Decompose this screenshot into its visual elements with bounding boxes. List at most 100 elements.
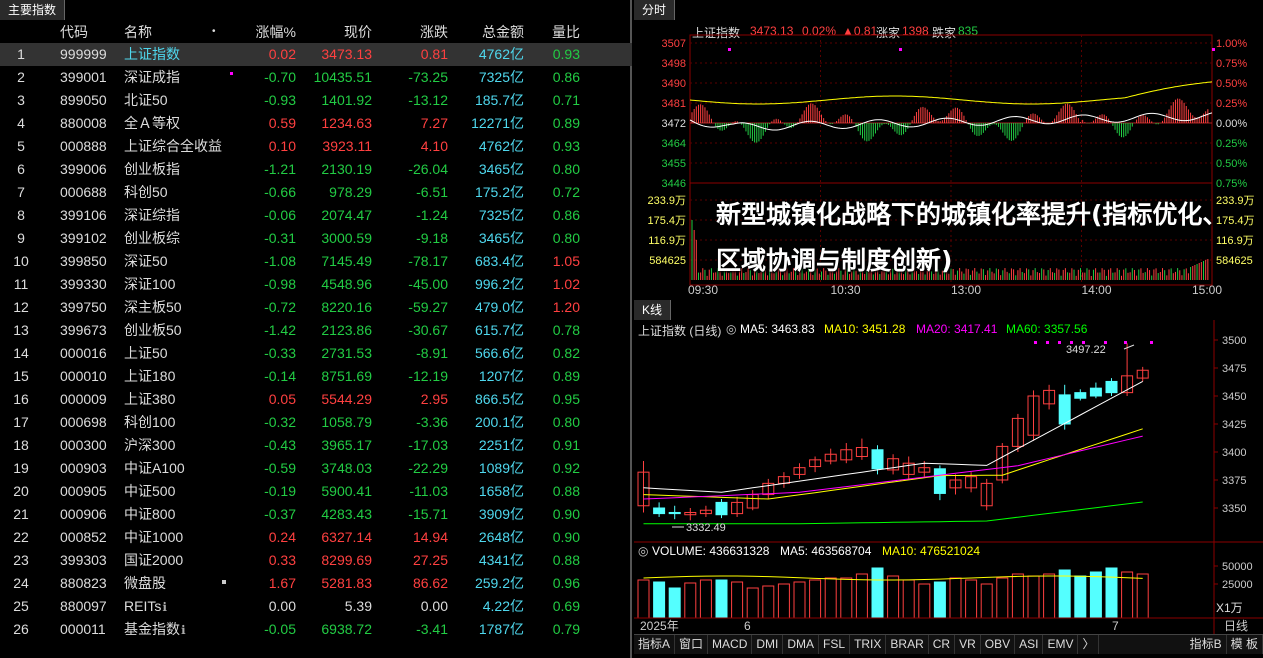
indicator-tab[interactable]: EMV [1043,635,1079,654]
volume-bar [933,581,946,619]
indicator-tab[interactable]: DMA [783,635,820,654]
row-chg: -73.25 [408,69,448,85]
table-row[interactable]: 18 000300 沪深300 -0.43 3965.17 -17.03 2251亿 0.91 [0,434,632,457]
table-row[interactable]: 24 880823 微盘股 1.67 5281.83 86.62 259.2亿 0.96 [0,572,632,595]
row-pct: -0.72 [264,299,296,315]
table-row[interactable]: 15 000010 上证180 -0.14 8751.69 -12.19 1207亿 0.89 [0,365,632,388]
indicator-tab[interactable]: 指标A [634,635,676,654]
indicator-tab[interactable]: ASI [1015,635,1044,654]
indicator-tab[interactable]: FSL [819,635,851,654]
header-pct[interactable]: 涨幅% [240,21,296,43]
volume-bar [824,577,837,619]
row-index: 11 [13,276,29,292]
info-icon[interactable]: ℹ [181,623,186,637]
row-price: 3923.11 [322,138,372,154]
table-row[interactable]: 20 000905 中证500 -0.19 5900.41 -11.03 1658亿 0.88 [0,480,632,503]
indicator-tab[interactable]: BRAR [886,635,929,654]
volume-bar [715,579,728,619]
row-name: 科创100 [124,414,176,430]
row-price: 1234.63 [321,115,372,131]
table-row[interactable]: 25 880097 REITsℹ 0.00 5.39 0.00 4.22亿 0.69 [0,595,632,618]
row-code: 399001 [60,69,107,85]
row-chg: -78.17 [408,253,448,269]
volume-menu-icon[interactable]: ◎ [638,544,648,558]
row-chg: -30.67 [408,322,448,338]
row-name: 深主板50 [124,299,182,315]
row-amount: 566.6亿 [474,345,524,361]
table-row[interactable]: 2 399001 深证成指 -0.70 10435.51 -73.25 7325亿 0.86 [0,66,632,89]
indicator-tab[interactable]: VR [955,635,981,654]
row-code: 399330 [60,276,107,292]
header-chg[interactable]: 涨跌 [372,21,448,43]
row-ratio: 0.93 [552,138,580,154]
row-chg: -22.29 [408,460,448,476]
table-row[interactable]: 19 000903 中证A100 -0.59 3748.03 -22.29 1089亿 0.9… [0,457,632,480]
row-code: 899050 [60,92,107,108]
table-row[interactable]: 16 000009 上证380 0.05 5544.29 2.95 866.5亿 0.95 [0,388,632,411]
price-axis-label: 3481 [662,98,686,110]
table-row[interactable]: 21 000906 中证800 -0.37 4283.43 -15.71 3909亿 0.90 [0,503,632,526]
tab-main-indices[interactable]: 主要指数 [0,0,66,20]
price-axis-label: 3446 [662,178,686,190]
row-index: 22 [13,529,29,545]
row-name: 深证综指 [124,207,180,223]
table-row[interactable]: 13 399673 创业板50 -1.42 2123.86 -30.67 615.7亿 0.7… [0,319,632,342]
table-row[interactable]: 8 399106 深证综指 -0.06 2074.47 -1.24 7325亿 0.86 [0,204,632,227]
table-row[interactable]: 4 880008 全Ａ等权 0.59 1234.63 7.27 12271亿 0.89 [0,112,632,135]
indicator-tab[interactable]: 窗口 [675,635,709,654]
row-price: 2731.53 [321,345,372,361]
table-row[interactable]: 22 000852 中证1000 0.24 6327.14 14.94 2648亿 0.90 [0,526,632,549]
indicator-tab[interactable]: OBV [981,635,1016,654]
indicator-more-button[interactable]: 〉 [1078,635,1100,654]
indicator-right-button[interactable]: 模 板 [1227,635,1263,654]
indicator-tab[interactable]: TRIX [850,635,887,654]
pct-axis-label: 0.50% [1216,158,1247,170]
volume-bar [1058,569,1071,619]
row-amount: 4341亿 [478,552,524,568]
row-price: 3473.13 [321,46,372,62]
kline-chart[interactable]: 3500 3475 3450 3425 3400 3375 3350 3497.22 3332.… [634,300,1263,634]
table-row[interactable]: 5 000888 上证综合全收益 0.10 3923.11 4.10 4762亿 0.93 [0,135,632,158]
row-ratio: 1.20 [552,299,580,315]
row-index: 16 [13,391,29,407]
row-code: 000011 [60,621,106,637]
indicator-tab[interactable]: MACD [708,635,753,654]
row-ratio: 0.96 [552,575,580,591]
table-row[interactable]: 23 399303 国证2000 0.33 8299.69 27.25 4341亿 0.88 [0,549,632,572]
header-amount[interactable]: 总金额 [448,21,524,43]
table-row[interactable]: 7 000688 科创50 -0.66 978.29 -6.51 175.2亿 0.72 [0,181,632,204]
header-code[interactable]: 代码 [60,21,120,43]
row-name: 上证50 [124,345,168,361]
table-row[interactable]: 14 000016 上证50 -0.33 2731.53 -8.91 566.6亿 0.82 [0,342,632,365]
row-amount: 3465亿 [478,161,524,177]
row-ratio: 0.86 [552,69,580,85]
table-row[interactable]: 6 399006 创业板指 -1.21 2130.19 -26.04 3465亿 0.80 [0,158,632,181]
volume-bar [1074,575,1087,619]
table-row[interactable]: 11 399330 深证100 -0.98 4548.96 -45.00 996.2亿 1.0… [0,273,632,296]
volume-bar [1011,573,1024,619]
row-index: 6 [17,161,25,177]
table-row[interactable]: 17 000698 科创100 -0.32 1058.79 -3.36 200.1亿 0.80 [0,411,632,434]
table-row[interactable]: 3 899050 北证50 -0.93 1401.92 -13.12 185.7亿 0.71 [0,89,632,112]
indicator-right-button[interactable]: 指标B [1186,635,1227,654]
info-icon[interactable]: ℹ [162,600,167,614]
row-pct: -1.08 [264,253,296,269]
indicator-tab[interactable]: CR [929,635,956,654]
row-ratio: 0.89 [552,368,580,384]
header-price[interactable]: 现价 [296,21,372,43]
table-row[interactable]: 10 399850 深证50 -1.08 7145.49 -78.17 683.4亿 1.05 [0,250,632,273]
high-pointer [1123,344,1135,350]
row-ratio: 0.82 [552,345,580,361]
header-dot[interactable]: • [212,21,222,43]
event-marker [1070,341,1073,344]
row-code: 399750 [60,299,107,315]
table-row[interactable]: 26 000011 基金指数ℹ -0.05 6938.72 -3.41 1787亿 0.79 [0,618,632,641]
row-ratio: 0.72 [552,184,580,200]
row-index: 19 [13,460,29,476]
table-row[interactable]: 1 999999 上证指数 0.02 3473.13 0.81 4762亿 0.93 [0,43,632,66]
header-ratio[interactable]: 量比 [528,21,580,43]
header-name[interactable]: 名称 [124,21,224,43]
table-row[interactable]: 12 399750 深主板50 -0.72 8220.16 -59.27 479.0亿 1.2… [0,296,632,319]
table-row[interactable]: 9 399102 创业板综 -0.31 3000.59 -9.18 3465亿 0.80 [0,227,632,250]
indicator-tab[interactable]: DMI [752,635,784,654]
